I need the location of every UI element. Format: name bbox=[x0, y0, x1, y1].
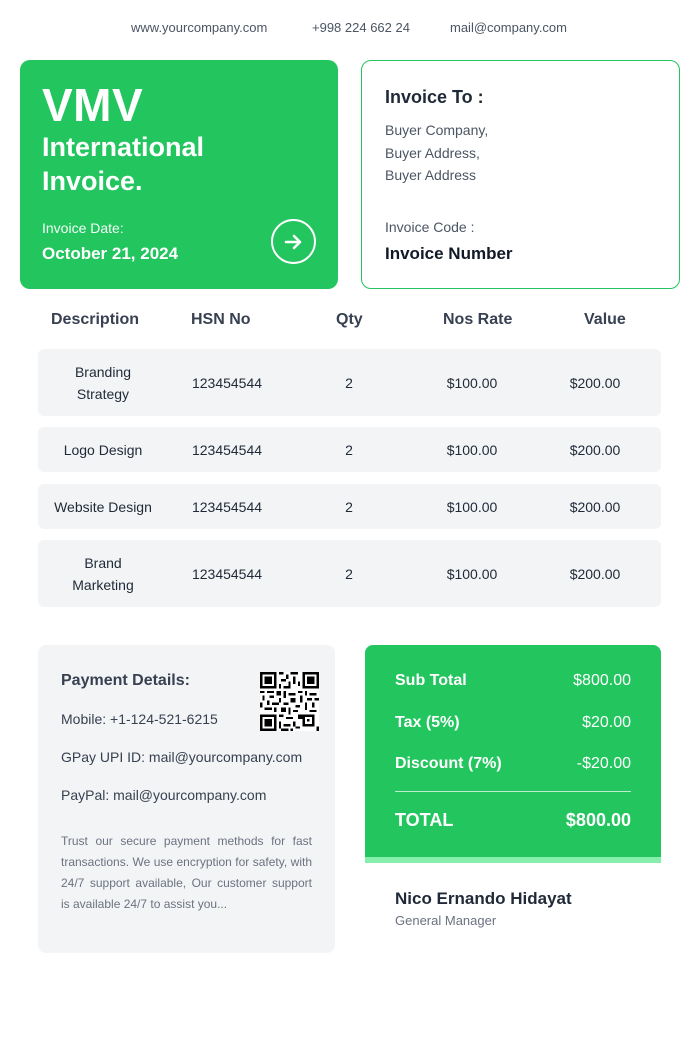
totals-accent-strip bbox=[365, 857, 661, 863]
invoice-header-card: VMV International Invoice. Invoice Date:… bbox=[20, 60, 338, 289]
payment-note: Trust our secure payment methods for fas… bbox=[61, 834, 312, 911]
invoice-to-title: Invoice To : bbox=[385, 87, 484, 107]
cell-value: $200.00 bbox=[569, 374, 621, 391]
cell-description: Brand Marketing bbox=[72, 554, 134, 593]
signature-block: Nico Ernando Hidayat General Manager bbox=[395, 889, 572, 928]
totals-panel: Sub Total $800.00 Tax (5%) $20.00 Discou… bbox=[365, 645, 661, 863]
cell-rate: $100.00 bbox=[446, 374, 498, 391]
cell-qty: 2 bbox=[345, 441, 353, 458]
cell-hsn: 123454544 bbox=[191, 441, 263, 458]
cell-rate: $100.00 bbox=[446, 565, 498, 582]
buyer-company: Buyer Company, bbox=[385, 122, 489, 138]
column-header-rate: Nos Rate bbox=[443, 311, 513, 328]
table-row: Branding Strategy 123454544 2 $100.00 $2… bbox=[38, 349, 661, 416]
invoice-code-label: Invoice Code : bbox=[385, 219, 475, 235]
cell-value: $200.00 bbox=[569, 441, 621, 458]
arrow-button[interactable] bbox=[271, 219, 316, 264]
cell-rate: $100.00 bbox=[446, 498, 498, 515]
column-header-qty: Qty bbox=[336, 311, 363, 328]
buyer-address-line-1: Buyer Address, bbox=[385, 144, 480, 161]
payment-gpay: GPay UPI ID: mail@yourcompany.com bbox=[61, 749, 303, 765]
discount-label: Discount (7%) bbox=[395, 755, 502, 772]
table-header: Description HSN No Qty Nos Rate Value bbox=[0, 311, 695, 333]
subtotal-value: $800.00 bbox=[573, 672, 631, 689]
tax-label: Tax (5%) bbox=[395, 714, 460, 731]
invoice-title: International Invoice. bbox=[42, 132, 205, 196]
discount-value: -$20.00 bbox=[576, 755, 631, 772]
totals-divider bbox=[395, 791, 631, 792]
payment-mobile: Mobile: +1-124-521-6215 bbox=[61, 711, 218, 727]
cell-value: $200.00 bbox=[569, 498, 621, 515]
payment-details-panel: Payment Details: Mobile: +1-124-521-6215… bbox=[38, 645, 335, 953]
contact-website[interactable]: www.yourcompany.com bbox=[131, 20, 267, 35]
column-header-hsn: HSN No bbox=[191, 311, 251, 328]
cell-qty: 2 bbox=[345, 565, 353, 582]
buyer-address: Buyer Company, Buyer Address, Buyer Addr… bbox=[385, 119, 488, 187]
cell-qty: 2 bbox=[345, 498, 353, 515]
buyer-address-line-2: Buyer Address bbox=[385, 167, 477, 183]
cell-hsn: 123454544 bbox=[191, 565, 263, 582]
subtotal-label: Sub Total bbox=[395, 672, 467, 689]
total-row: TOTAL $800.00 bbox=[395, 810, 631, 831]
qr-code-icon[interactable] bbox=[260, 672, 319, 731]
signatory-role: General Manager bbox=[395, 913, 497, 928]
payment-paypal: PayPal: mail@yourcompany.com bbox=[61, 787, 267, 803]
cell-description: Website Design bbox=[54, 498, 152, 515]
table-row: Brand Marketing 123454544 2 $100.00 $200… bbox=[38, 540, 661, 607]
table-row: Website Design 123454544 2 $100.00 $200.… bbox=[38, 484, 661, 529]
discount-row: Discount (7%) -$20.00 bbox=[395, 755, 631, 773]
payment-details-title: Payment Details: bbox=[61, 672, 190, 689]
cell-qty: 2 bbox=[345, 374, 353, 391]
contact-phone[interactable]: +998 224 662 24 bbox=[312, 20, 410, 35]
cell-description: Logo Design bbox=[63, 441, 143, 458]
arrow-right-icon bbox=[284, 234, 301, 249]
invoice-code-value: Invoice Number bbox=[385, 244, 513, 263]
cell-value: $200.00 bbox=[569, 565, 621, 582]
column-header-value: Value bbox=[584, 311, 626, 328]
cell-hsn: 123454544 bbox=[191, 374, 263, 391]
tax-value: $20.00 bbox=[582, 714, 631, 731]
cell-rate: $100.00 bbox=[446, 441, 498, 458]
subtotal-row: Sub Total $800.00 bbox=[395, 672, 631, 690]
brand-name: VMV bbox=[42, 79, 144, 131]
total-value: $800.00 bbox=[565, 810, 631, 830]
contact-bar: www.yourcompany.com +998 224 662 24 mail… bbox=[0, 20, 695, 38]
total-label: TOTAL bbox=[395, 810, 454, 830]
cell-description: Branding Strategy bbox=[74, 363, 132, 402]
signatory-name: Nico Ernando Hidayat bbox=[395, 889, 572, 908]
column-header-description: Description bbox=[51, 311, 140, 328]
cell-hsn: 123454544 bbox=[191, 498, 263, 515]
invoice-date-value: October 21, 2024 bbox=[42, 244, 179, 263]
contact-email[interactable]: mail@company.com bbox=[450, 20, 567, 35]
invoice-to-card: Invoice To : Buyer Company, Buyer Addres… bbox=[361, 60, 680, 289]
tax-row: Tax (5%) $20.00 bbox=[395, 714, 631, 732]
invoice-date-label: Invoice Date: bbox=[42, 220, 124, 236]
table-row: Logo Design 123454544 2 $100.00 $200.00 bbox=[38, 427, 661, 472]
